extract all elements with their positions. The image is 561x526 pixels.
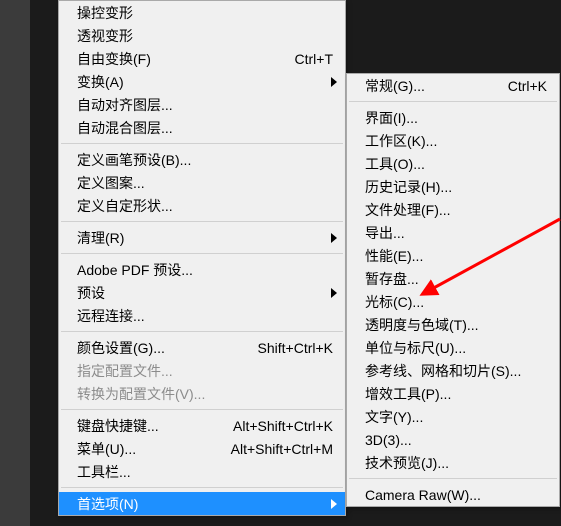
menu-item-label: 文字(Y)... bbox=[365, 407, 547, 427]
menu-item-shortcut: Alt+Shift+Ctrl+M bbox=[221, 441, 333, 457]
menu1-item: 转换为配置文件(V)... bbox=[59, 382, 345, 405]
menu1-item[interactable]: 首选项(N) bbox=[59, 492, 345, 515]
menu-item-shortcut: Ctrl+T bbox=[285, 51, 334, 67]
menu-item-label: 性能(E)... bbox=[365, 246, 547, 266]
menu1-item[interactable]: 颜色设置(G)...Shift+Ctrl+K bbox=[59, 336, 345, 359]
submenu-arrow-icon bbox=[331, 74, 337, 90]
menu-item-label: 定义图案... bbox=[77, 173, 333, 193]
menu-item-label: 首选项(N) bbox=[77, 494, 333, 514]
menu-item-label: 文件处理(F)... bbox=[365, 200, 547, 220]
menu1-item[interactable]: 变换(A) bbox=[59, 70, 345, 93]
menu-item-label: 工具栏... bbox=[77, 462, 333, 482]
menu-item-label: 暂存盘... bbox=[365, 269, 547, 289]
menu2-item[interactable]: 暂存盘... bbox=[347, 267, 559, 290]
menu-separator bbox=[61, 253, 343, 254]
menu-item-label: 历史记录(H)... bbox=[365, 177, 547, 197]
menu2-item[interactable]: 技术预览(J)... bbox=[347, 451, 559, 474]
menu-item-label: 界面(I)... bbox=[365, 108, 547, 128]
menu2-item[interactable]: 性能(E)... bbox=[347, 244, 559, 267]
menu2-item[interactable]: 常规(G)...Ctrl+K bbox=[347, 74, 559, 97]
submenu-arrow-icon bbox=[331, 230, 337, 246]
menu1-item[interactable]: 透视变形 bbox=[59, 24, 345, 47]
menu-item-label: 颜色设置(G)... bbox=[77, 338, 248, 358]
menu2-item[interactable]: Camera Raw(W)... bbox=[347, 483, 559, 506]
menu-item-label: 单位与标尺(U)... bbox=[365, 338, 547, 358]
menu1-item[interactable]: 工具栏... bbox=[59, 460, 345, 483]
menu-item-label: 自由变换(F) bbox=[77, 49, 285, 69]
menu-separator bbox=[61, 409, 343, 410]
menu-item-label: 自动混合图层... bbox=[77, 118, 333, 138]
menu2-item[interactable]: 历史记录(H)... bbox=[347, 175, 559, 198]
menu-separator bbox=[61, 221, 343, 222]
menu1-item[interactable]: 键盘快捷键...Alt+Shift+Ctrl+K bbox=[59, 414, 345, 437]
menu1-item[interactable]: 自由变换(F)Ctrl+T bbox=[59, 47, 345, 70]
menu2-item[interactable]: 单位与标尺(U)... bbox=[347, 336, 559, 359]
menu-item-label: 远程连接... bbox=[77, 306, 333, 326]
menu-item-shortcut: Alt+Shift+Ctrl+K bbox=[223, 418, 333, 434]
preferences-submenu: 常规(G)...Ctrl+K 界面(I)... 工作区(K)... 工具(O)... 历… bbox=[346, 73, 560, 507]
menu-item-label: 操控变形 bbox=[77, 3, 333, 23]
menu-separator bbox=[349, 478, 557, 479]
menu1-item[interactable]: 预设 bbox=[59, 281, 345, 304]
menu-item-label: 键盘快捷键... bbox=[77, 416, 223, 436]
menu2-item[interactable]: 导出... bbox=[347, 221, 559, 244]
submenu-arrow-icon bbox=[331, 496, 337, 512]
menu-item-label: 定义自定形状... bbox=[77, 196, 333, 216]
menu-item-label: 转换为配置文件(V)... bbox=[77, 384, 333, 404]
menu2-item[interactable]: 3D(3)... bbox=[347, 428, 559, 451]
menu-item-label: 技术预览(J)... bbox=[365, 453, 547, 473]
menu-item-shortcut: Shift+Ctrl+K bbox=[248, 340, 333, 356]
menu-item-label: 定义画笔预设(B)... bbox=[77, 150, 333, 170]
menu-item-label: Camera Raw(W)... bbox=[365, 487, 547, 503]
menu-item-label: 导出... bbox=[365, 223, 547, 243]
edit-menu: 操控变形透视变形自由变换(F)Ctrl+T变换(A)自动对齐图层...自动混合图… bbox=[58, 0, 346, 516]
menu-item-label: 菜单(U)... bbox=[77, 439, 221, 459]
menu2-item[interactable]: 透明度与色域(T)... bbox=[347, 313, 559, 336]
menu-separator bbox=[61, 143, 343, 144]
menu1-item[interactable]: 远程连接... bbox=[59, 304, 345, 327]
menu1-item: 指定配置文件... bbox=[59, 359, 345, 382]
menu-item-label: 3D(3)... bbox=[365, 432, 547, 448]
menu-item-label: Adobe PDF 预设... bbox=[77, 260, 333, 280]
menu2-item[interactable]: 文件处理(F)... bbox=[347, 198, 559, 221]
menu1-item[interactable]: 菜单(U)...Alt+Shift+Ctrl+M bbox=[59, 437, 345, 460]
menu-separator bbox=[61, 487, 343, 488]
menu1-item[interactable]: 自动对齐图层... bbox=[59, 93, 345, 116]
menu1-item[interactable]: 清理(R) bbox=[59, 226, 345, 249]
menu-item-label: 增效工具(P)... bbox=[365, 384, 547, 404]
menu1-item[interactable]: 定义自定形状... bbox=[59, 194, 345, 217]
menu-item-label: 自动对齐图层... bbox=[77, 95, 333, 115]
menu-item-shortcut: Ctrl+K bbox=[498, 78, 547, 94]
menu1-item[interactable]: 定义图案... bbox=[59, 171, 345, 194]
menu1-item[interactable]: 自动混合图层... bbox=[59, 116, 345, 139]
menu-item-label: 预设 bbox=[77, 283, 333, 303]
menu1-item[interactable]: Adobe PDF 预设... bbox=[59, 258, 345, 281]
menu2-item[interactable]: 界面(I)... bbox=[347, 106, 559, 129]
menu-item-label: 常规(G)... bbox=[365, 76, 498, 96]
submenu-arrow-icon bbox=[331, 285, 337, 301]
menu-item-label: 变换(A) bbox=[77, 72, 333, 92]
menu-item-label: 工具(O)... bbox=[365, 154, 547, 174]
menu2-item[interactable]: 文字(Y)... bbox=[347, 405, 559, 428]
menu-separator bbox=[61, 331, 343, 332]
menu-item-label: 清理(R) bbox=[77, 228, 333, 248]
menu-item-label: 指定配置文件... bbox=[77, 361, 333, 381]
menu2-item[interactable]: 增效工具(P)... bbox=[347, 382, 559, 405]
menu2-item[interactable]: 光标(C)... bbox=[347, 290, 559, 313]
menu-item-label: 光标(C)... bbox=[365, 292, 547, 312]
menu2-item[interactable]: 参考线、网格和切片(S)... bbox=[347, 359, 559, 382]
menu-item-label: 透视变形 bbox=[77, 26, 333, 46]
menu1-item[interactable]: 定义画笔预设(B)... bbox=[59, 148, 345, 171]
menu-item-label: 工作区(K)... bbox=[365, 131, 547, 151]
menu2-item[interactable]: 工具(O)... bbox=[347, 152, 559, 175]
menu-separator bbox=[349, 101, 557, 102]
menu1-item[interactable]: 操控变形 bbox=[59, 1, 345, 24]
menu-item-label: 参考线、网格和切片(S)... bbox=[365, 361, 547, 381]
menu2-item[interactable]: 工作区(K)... bbox=[347, 129, 559, 152]
menu-item-label: 透明度与色域(T)... bbox=[365, 315, 547, 335]
